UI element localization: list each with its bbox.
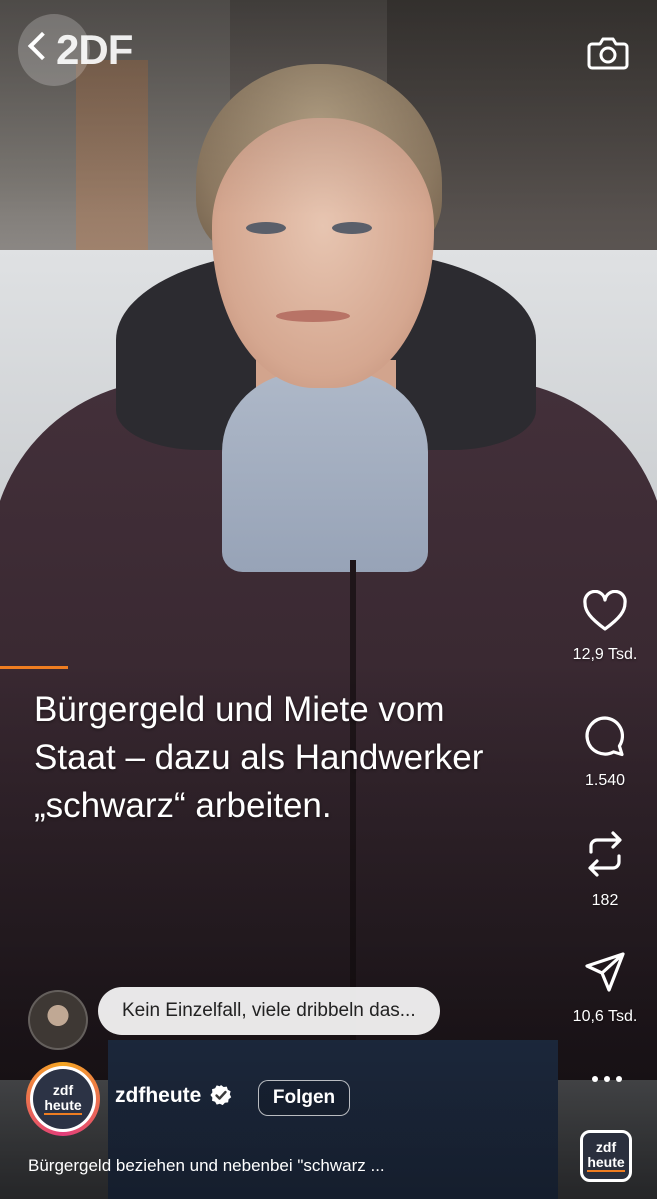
- comment-button[interactable]: 1.540: [560, 714, 650, 790]
- comment-preview[interactable]: Kein Einzelfall, viele dribbeln das...: [98, 987, 440, 1035]
- audio-logo-top: zdf: [595, 1139, 617, 1155]
- accent-line: [0, 666, 68, 669]
- headline-line-2: Staat – dazu als Handwerker: [34, 738, 484, 777]
- repost-icon: [588, 831, 622, 877]
- headline-line-1: Bürgergeld und Miete vom: [34, 690, 445, 729]
- video-headline: Bürgergeld und Miete vom Staat – dazu al…: [34, 686, 574, 830]
- audio-logo-bottom: heute: [587, 1154, 625, 1172]
- camera-icon[interactable]: [586, 30, 630, 74]
- reel-viewer[interactable]: 2DF Bürgergeld und Miete vom Staat – daz…: [0, 0, 657, 1199]
- verified-badge-icon: [210, 1085, 232, 1106]
- share-count: 10,6 Tsd.: [572, 1008, 638, 1025]
- comment-icon: [585, 716, 625, 757]
- repost-count: 182: [591, 892, 619, 909]
- like-button[interactable]: 12,9 Tsd.: [560, 590, 650, 664]
- video-description[interactable]: Bürgergeld beziehen und nebenbei "schwar…: [28, 1156, 385, 1176]
- send-icon: [585, 952, 625, 992]
- account-avatar[interactable]: zdf heute: [26, 1062, 100, 1136]
- like-count: 12,9 Tsd.: [572, 646, 638, 663]
- account-logo-top: zdf: [52, 1082, 74, 1098]
- commenter-avatar[interactable]: [28, 990, 88, 1050]
- share-button[interactable]: 10,6 Tsd.: [560, 950, 650, 1026]
- account-logo: zdf heute: [33, 1069, 93, 1129]
- follow-button[interactable]: Folgen: [258, 1080, 350, 1116]
- audio-track-thumbnail[interactable]: zdf heute: [580, 1130, 632, 1182]
- channel-watermark: 2DF: [56, 26, 133, 73]
- more-options-icon[interactable]: [592, 1076, 624, 1084]
- account-logo-bottom: heute: [44, 1097, 82, 1115]
- heart-icon: [583, 590, 627, 631]
- account-name[interactable]: zdfheute: [115, 1084, 201, 1108]
- repost-button[interactable]: 182: [560, 830, 650, 910]
- comment-count: 1.540: [584, 772, 626, 789]
- headline-line-3: „schwarz“ arbeiten.: [34, 786, 332, 825]
